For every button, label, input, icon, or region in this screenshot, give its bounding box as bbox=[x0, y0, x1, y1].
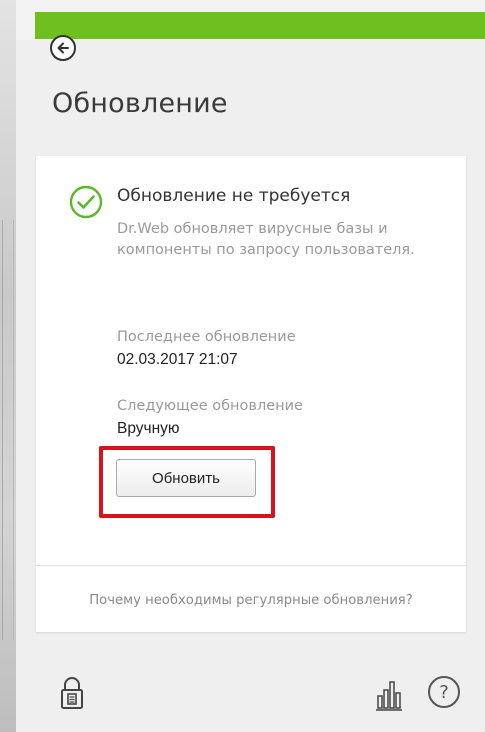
next-update-label: Следующее обновление bbox=[117, 398, 303, 414]
last-update-label: Последнее обновление bbox=[117, 329, 296, 345]
header-accent-bar bbox=[35, 12, 485, 39]
update-button[interactable]: Обновить bbox=[116, 459, 256, 497]
status-description: Dr.Web обновляет вирусные базы и компоне… bbox=[117, 221, 415, 258]
check-circle-icon bbox=[69, 185, 103, 219]
background-strip bbox=[0, 0, 16, 732]
back-button[interactable] bbox=[50, 35, 76, 61]
stats-icon[interactable] bbox=[376, 676, 402, 712]
arrow-left-icon bbox=[57, 42, 69, 54]
header-bar bbox=[16, 0, 485, 40]
next-update-value: Вручную bbox=[117, 420, 180, 437]
last-update-value: 02.03.2017 21:07 bbox=[117, 351, 238, 368]
status-title: Обновление не требуется bbox=[117, 186, 351, 206]
why-updates-link[interactable]: Почему необходимы регулярные обновления? bbox=[36, 593, 466, 608]
help-icon[interactable]: ? bbox=[428, 676, 460, 708]
card-divider bbox=[36, 565, 466, 566]
page-title: Обновление bbox=[52, 88, 228, 119]
lock-icon[interactable] bbox=[60, 676, 84, 710]
